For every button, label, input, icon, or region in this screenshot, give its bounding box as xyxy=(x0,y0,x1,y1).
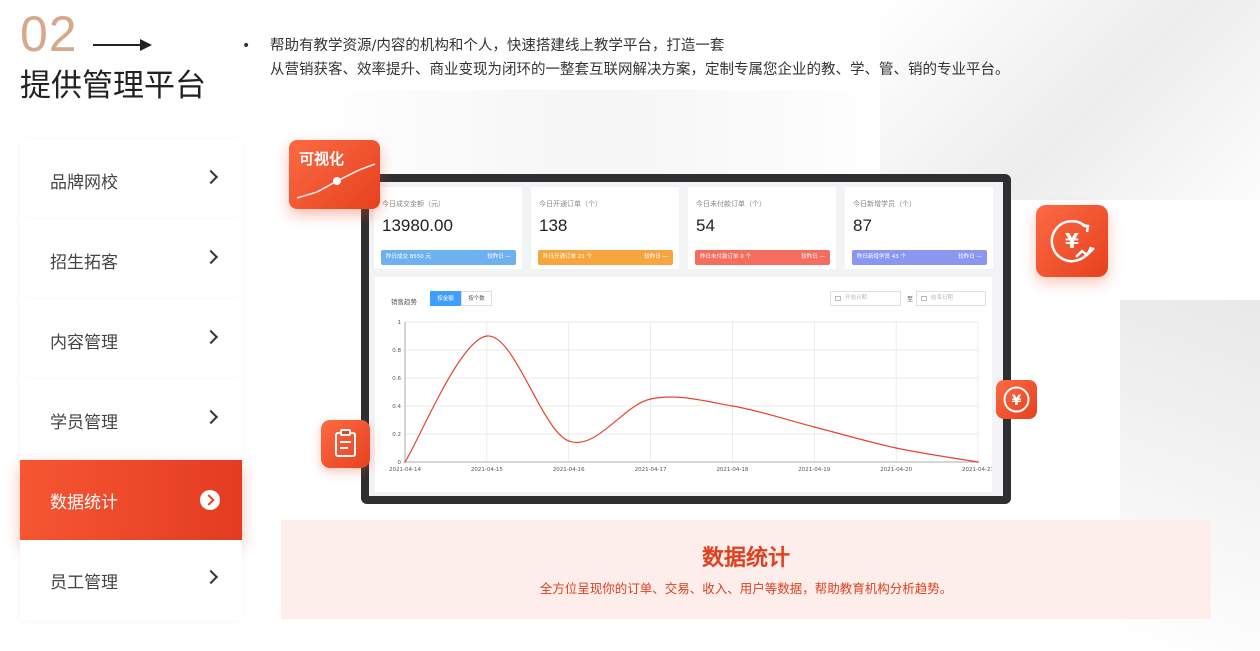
end-date-input[interactable]: 结束日期 xyxy=(916,291,986,306)
y-tick-label: 0.8 xyxy=(392,348,401,354)
toggle-by-count-button[interactable]: 按个数 xyxy=(461,291,492,306)
bullet-icon: • xyxy=(242,38,251,54)
stat-card: 今日开通订单（个） 138 昨日开通订单 21 个 较昨日 — xyxy=(531,187,679,269)
clipboard-icon xyxy=(321,420,370,468)
chevron-right-icon xyxy=(203,409,219,425)
calendar-icon xyxy=(921,296,927,301)
sidebar-item-label: 员工管理 xyxy=(50,572,118,593)
stat-footer-right: 较昨日 — xyxy=(487,254,511,260)
stat-value: 87 xyxy=(853,216,872,235)
data-point xyxy=(567,440,570,442)
stat-card: 今日成交金额（元） 13980.00 昨日成交 8550 元 较昨日 — xyxy=(374,187,522,269)
stat-footer-left: 昨日未付款订单 0 个 xyxy=(700,254,751,260)
yen-trend-icon: ¥ xyxy=(1036,205,1108,277)
data-point xyxy=(977,461,979,463)
svg-text:¥: ¥ xyxy=(1065,229,1079,253)
stat-label: 今日成交金额（元） xyxy=(382,200,445,208)
feature-sidebar: 品牌网校 招生拓客 内容管理 学员管理 数据统计 员工管理 xyxy=(20,140,242,620)
feature-summary-panel: 数据统计 全方位呈现你的订单、交易、收入、用户等数据，帮助教育机构分析趋势。 xyxy=(281,520,1211,619)
section-description: • 帮助有教学资源/内容的机构和个人，快速搭建线上教学平台，打造一套 从营销获客… xyxy=(242,34,1010,82)
data-point xyxy=(731,405,734,407)
sidebar-item-brand-school[interactable]: 品牌网校 xyxy=(20,140,242,220)
end-date-placeholder: 结束日期 xyxy=(931,295,954,301)
data-point xyxy=(404,461,406,463)
chevron-right-icon xyxy=(203,169,219,185)
chevron-right-icon xyxy=(203,249,219,265)
calendar-icon xyxy=(835,296,841,301)
stat-card: 今日新增学员（个） 87 昨日新增学员 43 个 较昨日 — xyxy=(845,187,993,269)
sidebar-item-content[interactable]: 内容管理 xyxy=(20,300,242,380)
y-tick-label: 0.2 xyxy=(392,432,401,438)
y-tick-label: 0.6 xyxy=(392,376,401,382)
stat-value: 54 xyxy=(696,216,715,235)
stat-footer-left: 昨日成交 8550 元 xyxy=(386,254,431,260)
data-point xyxy=(895,447,897,449)
sidebar-item-label: 数据统计 xyxy=(50,492,118,513)
description-line-2: 从营销获客、效率提升、商业变现为闭环的一整套互联网解决方案，定制专属您企业的教、… xyxy=(270,62,1010,78)
sidebar-item-enrollment[interactable]: 招生拓客 xyxy=(20,220,242,300)
dashboard-screen: 今日成交金额（元） 13980.00 昨日成交 8550 元 较昨日 — 今日开… xyxy=(369,182,1003,496)
background-decoration xyxy=(880,0,1260,200)
stat-footer-right: 较昨日 — xyxy=(644,254,668,260)
sidebar-item-students[interactable]: 学员管理 xyxy=(20,380,242,460)
y-tick-label: 0.4 xyxy=(392,404,401,410)
date-separator: 至 xyxy=(907,296,914,303)
sidebar-item-label: 学员管理 xyxy=(50,412,118,433)
x-tick-label: 2021-04-20 xyxy=(880,467,912,473)
stat-footer-right: 较昨日 — xyxy=(801,254,825,260)
section-number: 02 xyxy=(20,6,78,62)
arrow-head-icon xyxy=(140,39,152,51)
chevron-circle-right-icon xyxy=(200,490,220,510)
stat-footer: 昨日未付款订单 0 个 较昨日 — xyxy=(695,250,830,265)
stat-footer-left: 昨日开通订单 21 个 xyxy=(543,254,592,260)
visualization-badge: 可视化 xyxy=(289,140,380,209)
sidebar-item-statistics[interactable]: 数据统计 xyxy=(20,460,242,540)
x-tick-label: 2021-04-18 xyxy=(716,467,748,473)
data-point xyxy=(649,398,652,400)
x-tick-label: 2021-04-21 xyxy=(962,467,992,473)
stat-value: 138 xyxy=(539,216,568,235)
x-tick-label: 2021-04-16 xyxy=(553,467,585,473)
stat-label: 今日未付款订单（个） xyxy=(696,200,766,208)
stat-card: 今日未付款订单（个） 54 昨日未付款订单 0 个 较昨日 — xyxy=(688,187,836,269)
chart-title: 销售趋势 xyxy=(391,298,417,306)
dashboard-monitor: 今日成交金额（元） 13980.00 昨日成交 8550 元 较昨日 — 今日开… xyxy=(361,174,1011,504)
sidebar-item-label: 品牌网校 xyxy=(50,172,118,193)
series-line xyxy=(404,335,979,463)
yen-coin-icon: ¥ xyxy=(996,380,1037,419)
sidebar-item-label: 招生拓客 xyxy=(50,252,118,273)
stat-value: 13980.00 xyxy=(382,216,453,235)
chevron-right-icon xyxy=(203,329,219,345)
start-date-input[interactable]: 开始日期 xyxy=(830,291,901,306)
stat-footer: 昨日成交 8550 元 较昨日 — xyxy=(381,250,516,265)
sidebar-item-staff[interactable]: 员工管理 xyxy=(20,540,242,620)
stat-footer: 昨日开通订单 21 个 较昨日 — xyxy=(538,250,673,265)
trend-line-icon xyxy=(296,163,376,199)
stat-label: 今日开通订单（个） xyxy=(539,200,602,208)
stat-footer: 昨日新增学员 43 个 较昨日 — xyxy=(852,250,987,265)
feature-heading: 数据统计 xyxy=(701,546,790,571)
x-tick-label: 2021-04-19 xyxy=(798,467,830,473)
x-tick-label: 2021-04-14 xyxy=(389,467,421,473)
toggle-by-amount-button[interactable]: 按金额 xyxy=(430,291,461,306)
stat-footer-right: 较昨日 — xyxy=(958,254,982,260)
stat-label: 今日新增学员（个） xyxy=(853,200,916,208)
feature-subtext: 全方位呈现你的订单、交易、收入、用户等数据，帮助教育机构分析趋势。 xyxy=(539,581,953,596)
sidebar-item-label: 内容管理 xyxy=(50,332,118,353)
sales-trend-chart: 0 0.2 0.4 0.6 0.8 1 2021-04-14 2021-04-15 2021-0… xyxy=(389,320,992,473)
x-tick-label: 2021-04-15 xyxy=(471,467,503,473)
stat-footer-left: 昨日新增学员 43 个 xyxy=(857,254,906,260)
y-tick-label: 1 xyxy=(398,320,402,326)
sales-trend-card: 销售趋势 按金额 按个数 开始日期 至 结束日期 0 0.2 0.4 0.6 0.8 1 2… xyxy=(375,277,992,492)
svg-text:¥: ¥ xyxy=(1012,393,1022,409)
data-point xyxy=(813,426,816,428)
y-tick-label: 0 xyxy=(398,460,402,466)
x-tick-label: 2021-04-17 xyxy=(635,467,667,473)
description-line-1: 帮助有教学资源/内容的机构和个人，快速搭建线上教学平台，打造一套 xyxy=(270,38,725,54)
start-date-placeholder: 开始日期 xyxy=(845,295,868,301)
data-point xyxy=(486,335,488,337)
section-title: 提供管理平台 xyxy=(20,68,206,104)
chevron-right-icon xyxy=(203,569,219,585)
